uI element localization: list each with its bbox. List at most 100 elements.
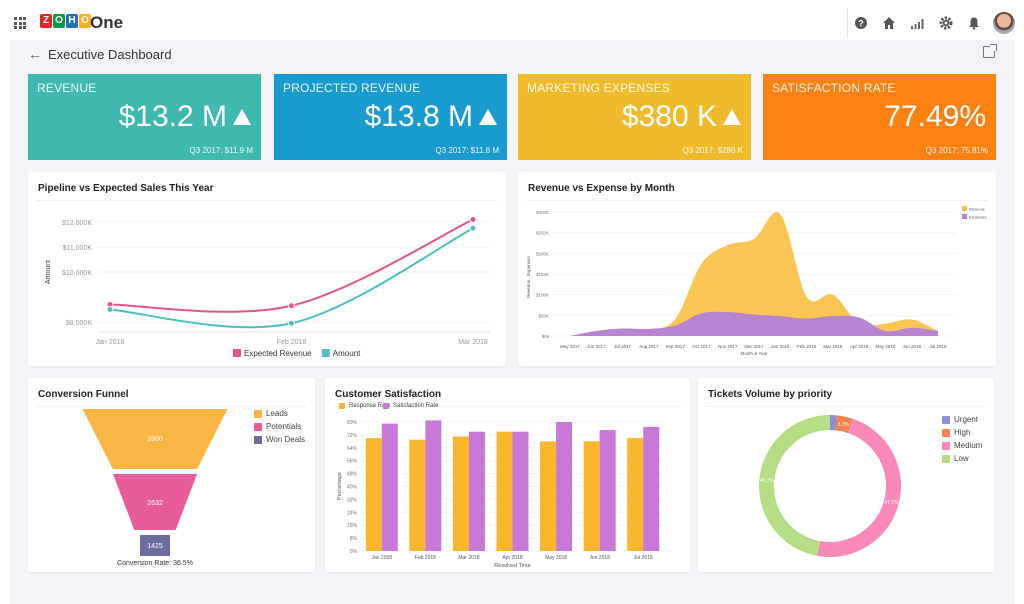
y-tick-label: $12,000K xyxy=(62,220,92,227)
legend-label: Expected Revenue xyxy=(244,349,312,358)
legend-item-low[interactable]: Low xyxy=(942,454,969,463)
x-tick-label: May 2017 xyxy=(560,344,580,349)
x-tick-label: Apr 2018 xyxy=(850,344,869,349)
x-tick-label: Jun 2018 xyxy=(902,344,921,349)
pipeline-line-chart: $8,000K $10,000K $11,000K $12,000K Jan 2018 F… xyxy=(45,216,490,358)
kpi-card-marketing-expenses[interactable]: MARKETING EXPENSES $380 K Q3 2017: $280 … xyxy=(518,74,751,160)
tickets-volume-card: Tickets Volume by priority 3.7% 47.7% 46.7… xyxy=(698,378,994,572)
kpi-card-projected-revenue[interactable]: PROJECTED REVENUE $13.8 M Q3 2017: $11.8… xyxy=(274,74,507,160)
x-tick-label: Feb 2018 xyxy=(277,339,307,346)
legend-item-won-deals[interactable]: Won Deals xyxy=(254,435,305,444)
legend-swatch xyxy=(233,349,241,357)
logo-letter: Z xyxy=(40,14,52,28)
data-point xyxy=(288,302,295,310)
y-tick-label: 16% xyxy=(347,523,358,529)
app-grid-icon[interactable] xyxy=(14,17,26,29)
y-tick-label: 64% xyxy=(347,446,358,452)
series-line xyxy=(109,218,474,313)
bar xyxy=(583,441,600,551)
x-tick-label: May 2018 xyxy=(545,555,567,561)
legend-label: Leads xyxy=(266,409,288,418)
data-point xyxy=(469,216,477,223)
x-tick-label: Jan 2018 xyxy=(371,555,392,561)
x-tick-label: Mar 2018 xyxy=(458,339,488,346)
kpi-card-satisfaction-rate[interactable]: SATISFACTION RATE 77.49% Q3 2017: 75.81% xyxy=(763,74,996,160)
help-icon[interactable]: ? xyxy=(854,16,868,30)
x-tick-label: Mar 2018 xyxy=(823,344,843,349)
legend-label: Potentials xyxy=(266,422,302,431)
kpi-label: REVENUE xyxy=(37,81,97,95)
legend-swatch xyxy=(254,435,262,444)
kpi-comparison: Q3 2017: $11.9 M xyxy=(189,146,253,155)
signal-icon[interactable] xyxy=(910,16,924,30)
x-tick-label: Jun 2018 xyxy=(589,555,610,561)
legend-swatch xyxy=(962,206,967,211)
y-tick-label: 0% xyxy=(350,549,358,555)
home-icon[interactable] xyxy=(882,16,896,30)
bar xyxy=(599,430,616,551)
legend-item-medium[interactable]: Medium xyxy=(942,441,982,450)
donut-slice xyxy=(759,415,830,556)
bar xyxy=(540,441,557,551)
slice-label: 47.7% xyxy=(884,500,899,506)
legend-swatch xyxy=(942,441,950,450)
legend-item-leads[interactable]: Leads xyxy=(254,409,288,418)
zoho-logo[interactable]: Z O H O xyxy=(40,14,91,28)
kpi-value-wrap: $13.8 M xyxy=(365,100,497,134)
tickets-donut-chart: 3.7% 47.7% 46.7% xyxy=(759,415,901,557)
legend-item-potentials[interactable]: Potentials xyxy=(254,422,301,431)
y-tick-label: $11,000K xyxy=(63,245,93,252)
x-tick-label: Aug 2017 xyxy=(639,344,659,349)
x-tick-label: Jan 2018 xyxy=(771,344,790,349)
external-link-icon[interactable] xyxy=(983,44,997,58)
x-tick-label: Feb 2018 xyxy=(415,555,436,561)
customer-satisfaction-card: Customer Satisfaction Response Rate Sati… xyxy=(325,378,690,572)
x-tick-label: Jul 2018 xyxy=(634,555,653,561)
svg-text:?: ? xyxy=(858,19,864,29)
y-tick-label: $10,000K xyxy=(62,270,92,277)
gear-icon[interactable] xyxy=(939,16,953,30)
y-tick-label: $8,000K xyxy=(66,320,92,327)
slice-label: 3.7% xyxy=(838,422,850,428)
funnel-value-label: 3900 xyxy=(147,436,163,443)
y-tick-label: $0k xyxy=(542,334,550,339)
bar xyxy=(468,431,485,551)
kpi-card-revenue[interactable]: REVENUE $13.2 M Q3 2017: $11.9 M xyxy=(28,74,261,160)
trend-up-icon xyxy=(723,109,741,125)
x-tick-label: Mar 2018 xyxy=(458,555,479,561)
kpi-comparison: Q3 2017: 75.81% xyxy=(925,146,988,155)
bar xyxy=(365,438,382,551)
kpi-comparison: Q3 2017: $11.8 M xyxy=(435,146,499,155)
data-point xyxy=(106,306,114,313)
y-tick-label: 80% xyxy=(347,420,358,426)
kpi-value: $13.8 M xyxy=(364,100,473,133)
y-tick-label: 72% xyxy=(347,433,358,439)
x-tick-label: Feb 2018 xyxy=(797,344,817,349)
legend-swatch xyxy=(942,415,950,424)
back-arrow-icon[interactable]: ← xyxy=(28,46,42,62)
y-tick-label: 48% xyxy=(347,472,358,478)
divider xyxy=(847,8,848,38)
trend-up-icon xyxy=(233,109,251,125)
legend-item-urgent[interactable]: Urgent xyxy=(942,415,978,424)
legend-label: Medium xyxy=(954,441,983,450)
legend-label: Amount xyxy=(333,349,361,358)
legend-label: Revenue xyxy=(969,207,986,212)
y-axis-label: Amount xyxy=(45,260,52,284)
bar xyxy=(556,422,573,551)
x-tick-label: Jul 2018 xyxy=(929,344,947,349)
bell-icon[interactable] xyxy=(967,16,981,30)
legend-swatch xyxy=(962,214,967,219)
kpi-value: 77.49% xyxy=(884,100,986,133)
top-bar: Z O H O One ? xyxy=(0,0,1024,40)
x-tick-label: Oct 2017 xyxy=(692,344,711,349)
pipeline-chart-card: Pipeline vs Expected Sales This Year $8,… xyxy=(28,172,506,366)
user-avatar[interactable] xyxy=(993,12,1015,34)
bar xyxy=(512,431,529,551)
y-axis-label: Revenue , Expenses xyxy=(526,255,531,297)
bar xyxy=(409,439,426,551)
data-point xyxy=(469,224,477,232)
donut-slice xyxy=(817,418,901,557)
logo-letter: O xyxy=(53,14,65,28)
legend-item-high[interactable]: High xyxy=(942,428,970,437)
